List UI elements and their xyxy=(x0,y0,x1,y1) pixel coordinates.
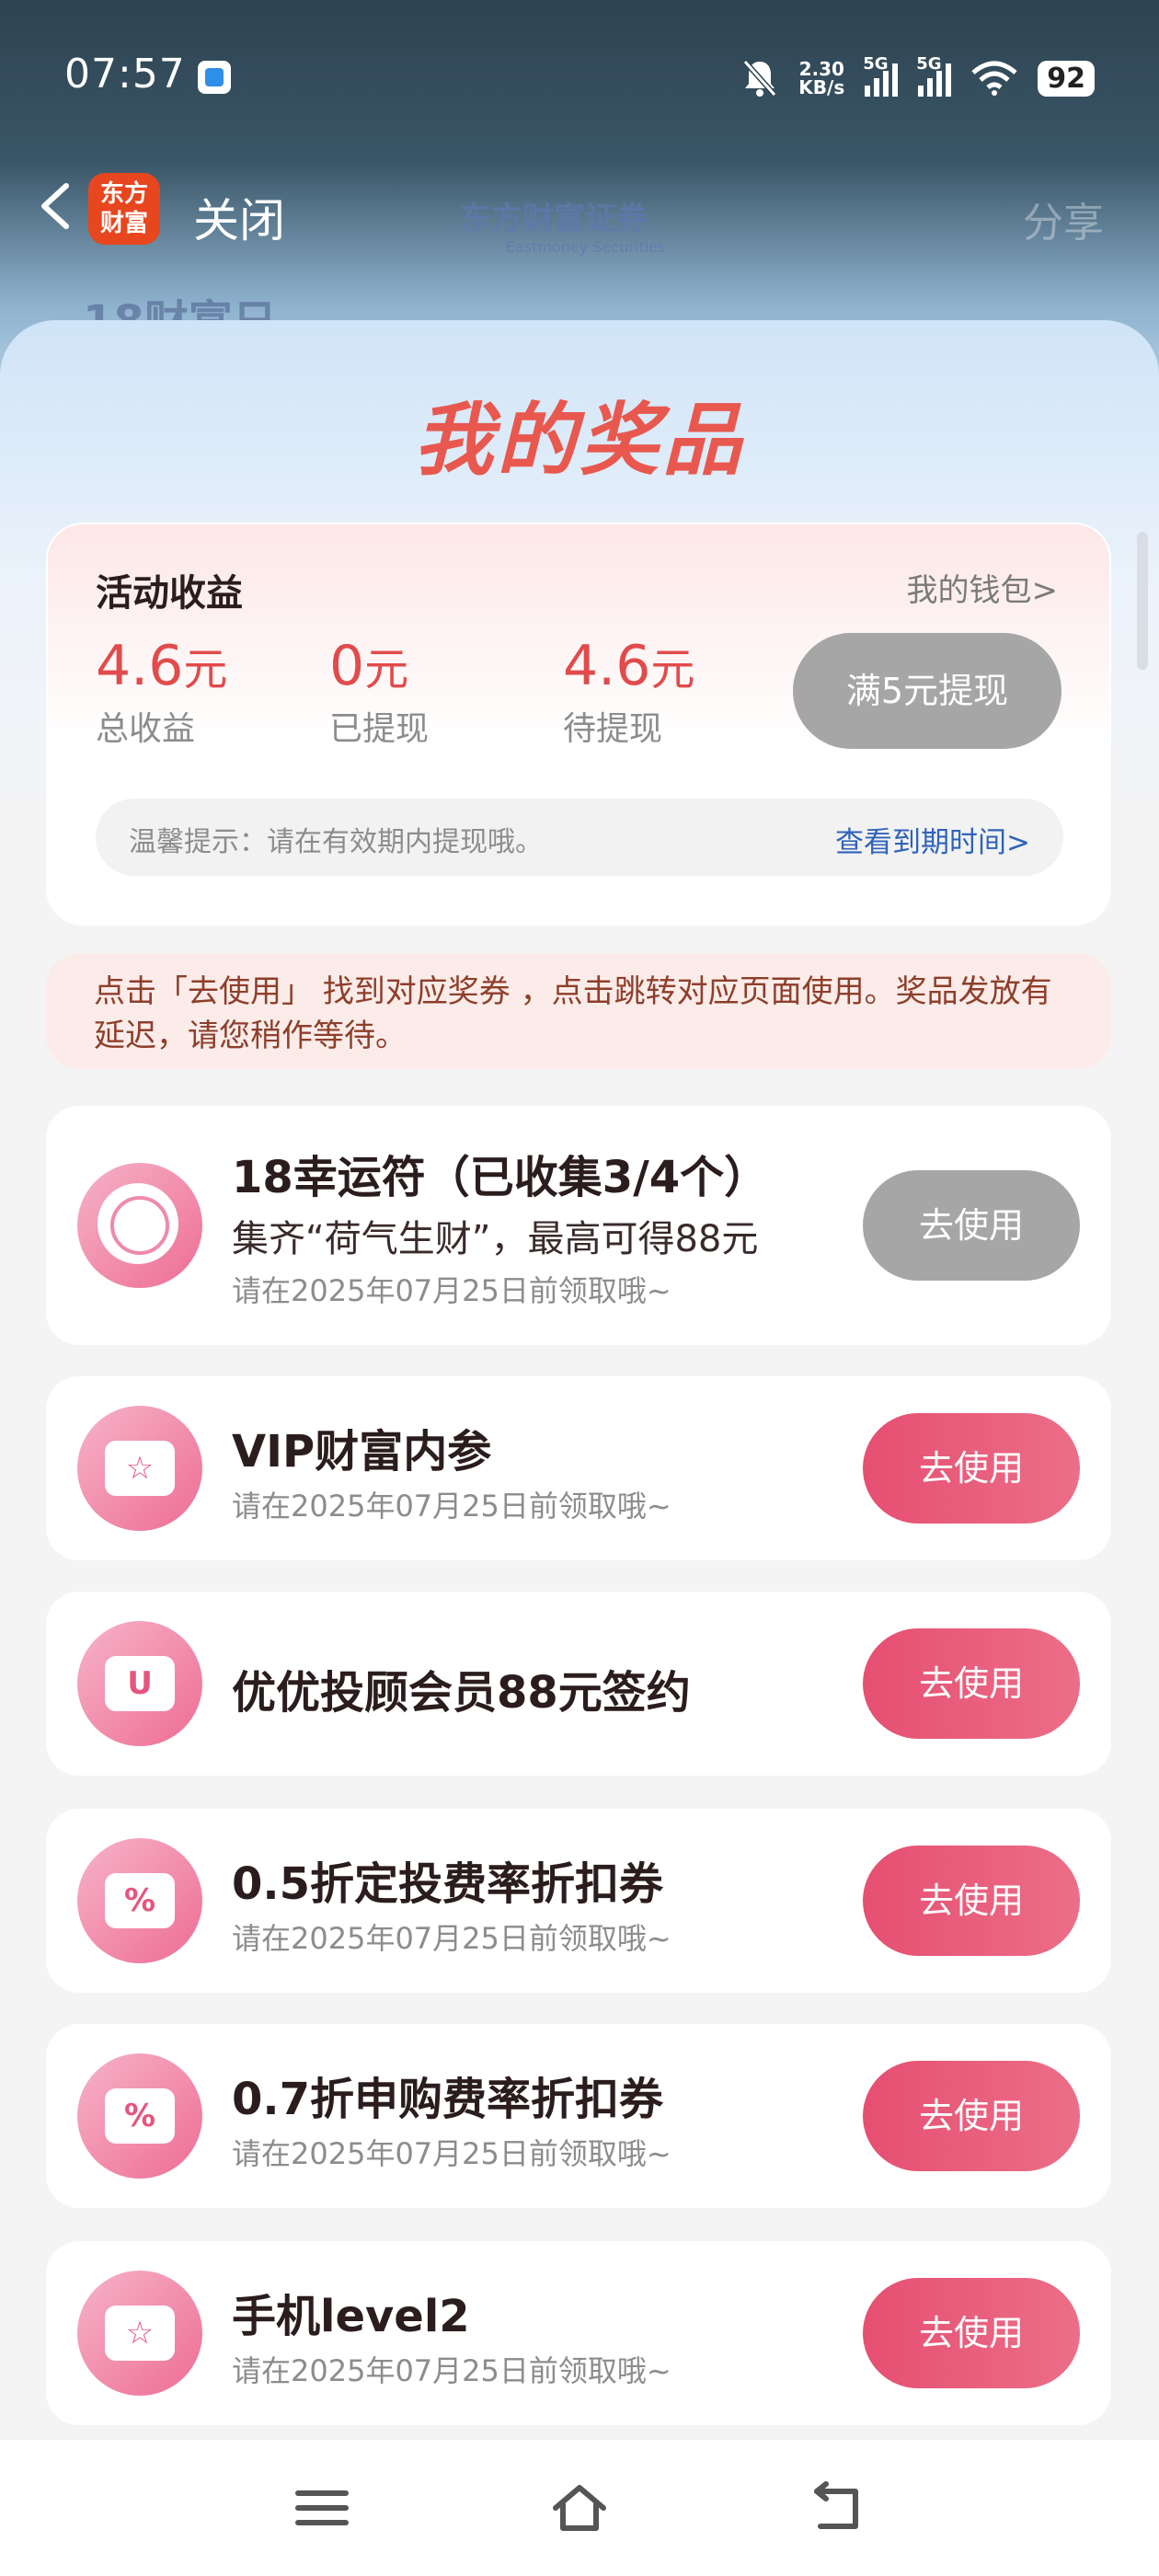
prize-date: 请在2025年07月25日前领取哦~ xyxy=(232,1489,671,1524)
eastmoney-logo: 东方 财富 xyxy=(88,173,160,245)
icon-glyph: ☆ xyxy=(105,2306,175,2361)
use-button[interactable]: 去使用 xyxy=(863,1846,1080,1956)
signal-icon: 5G xyxy=(863,54,899,97)
prize-card: ☆ VIP财富内参 请在2025年07月25日前领取哦~ 去使用 xyxy=(46,1376,1111,1560)
sim1-label: 5G xyxy=(863,54,889,74)
use-button[interactable]: 去使用 xyxy=(863,1413,1080,1524)
brand-line2: 财富 xyxy=(99,210,148,237)
u-ticket-icon: U xyxy=(77,1621,202,1746)
percent-ticket-icon: % xyxy=(77,1838,202,1963)
usage-notice: 点击「去使用」 找到对应奖券 ，点击跳转对应页面使用。奖品发放有延迟，请您稍作等… xyxy=(46,953,1111,1069)
prize-date: 请在2025年07月25日前领取哦~ xyxy=(232,2353,671,2388)
prize-sheet: 我的奖品 活动收益 我的钱包> 4.6元 总收益 0元 已提现 4.6元 待提现… xyxy=(0,320,1159,2576)
prize-card: % 0.7折申购费率折扣券 请在2025年07月25日前领取哦~ 去使用 xyxy=(46,2024,1111,2208)
stat-withdrawn: 0元 已提现 xyxy=(329,633,429,750)
stat-pending-label: 待提现 xyxy=(563,710,663,748)
use-button[interactable]: 去使用 xyxy=(863,1628,1080,1739)
star-ticket-icon: ☆ xyxy=(77,1406,202,1531)
stat-total-value: 4.6元 xyxy=(96,634,228,698)
prize-title: 0.5折定投费率折扣券 xyxy=(232,1858,664,1910)
stat-withdrawn-value: 0元 xyxy=(329,634,409,698)
expiry-link[interactable]: 查看到期时间> xyxy=(835,819,1030,860)
stat-withdrawn-label: 已提现 xyxy=(329,710,430,748)
prize-date: 请在2025年07月25日前领取哦~ xyxy=(232,2136,671,2171)
sheet-title: 我的奖品 xyxy=(414,395,745,487)
signal-icon: 5G xyxy=(916,54,952,97)
icon-glyph: % xyxy=(105,2088,175,2144)
scrollbar[interactable] xyxy=(1137,532,1148,670)
stat-total-label: 总收益 xyxy=(96,710,196,748)
use-button[interactable]: 去使用 xyxy=(863,1170,1080,1281)
earnings-card: 活动收益 我的钱包> 4.6元 总收益 0元 已提现 4.6元 待提现 满5元提… xyxy=(46,523,1111,926)
earnings-title: 活动收益 xyxy=(96,572,243,615)
star-ticket-icon: ☆ xyxy=(77,2271,202,2396)
withdraw-button[interactable]: 满5元提现 xyxy=(793,633,1061,749)
status-bar: 07:57 2.30 KB/s 5G 5G 92 xyxy=(0,0,1159,156)
icon-glyph: U xyxy=(105,1656,175,1711)
wallet-link[interactable]: 我的钱包> xyxy=(907,565,1059,610)
brand-line1: 东方 xyxy=(99,180,148,208)
mute-icon xyxy=(743,60,777,97)
gallery-app-icon xyxy=(198,61,231,94)
securities-logo: 东方财富证券 Eastmoney Securities xyxy=(460,193,665,256)
prize-card: % 0.5折定投费率折扣券 请在2025年07月25日前领取哦~ 去使用 xyxy=(46,1809,1111,1993)
stat-pending: 4.6元 待提现 xyxy=(563,633,694,750)
tip-bar: 温馨提示：请在有效期内提现哦。 查看到期时间> xyxy=(96,799,1063,876)
prize-card: U 优优投顾会员88元签约 去使用 xyxy=(46,1592,1111,1776)
prize-date: 请在2025年07月25日前领取哦~ xyxy=(232,1921,671,1956)
battery-icon: 92 xyxy=(1038,60,1095,97)
sim2-label: 5G xyxy=(916,54,942,74)
prize-title: 优优投顾会员88元签约 xyxy=(232,1667,691,1719)
use-button[interactable]: 去使用 xyxy=(863,2278,1080,2388)
prize-title: 18幸运符（已收集3/4个） xyxy=(232,1152,769,1203)
app-header: 东方 财富 关闭 东方财富证券 Eastmoney Securities 分享 xyxy=(0,156,1159,267)
stat-total: 4.6元 总收益 xyxy=(96,633,227,750)
net-speed-unit: KB/s xyxy=(798,76,845,98)
share-button[interactable]: 分享 xyxy=(1023,190,1104,248)
prize-date: 请在2025年07月25日前领取哦~ xyxy=(232,1273,671,1308)
securities-logo-en: Eastmoney Securities xyxy=(506,238,666,256)
stat-pending-value: 4.6元 xyxy=(563,634,695,698)
wifi-icon xyxy=(971,61,1017,96)
prize-subtitle: 集齐“荷气生财”，最高可得88元 xyxy=(232,1218,759,1260)
system-nav-bar xyxy=(0,2440,1159,2576)
tip-text: 温馨提示：请在有效期内提现哦。 xyxy=(129,826,543,858)
prize-card: 18幸运符（已收集3/4个） 集齐“荷气生财”，最高可得88元 请在2025年0… xyxy=(46,1106,1111,1345)
securities-logo-text: 东方财富证券 xyxy=(460,201,648,237)
prize-card: ☆ 手机level2 请在2025年07月25日前领取哦~ 去使用 xyxy=(46,2241,1111,2425)
net-speed: 2.30 KB/s xyxy=(798,60,844,97)
home-icon[interactable] xyxy=(550,2480,609,2536)
prize-title: VIP财富内参 xyxy=(232,1426,492,1478)
status-icons: 2.30 KB/s 5G 5G 92 xyxy=(741,51,1095,106)
eastmoney-badge-icon xyxy=(77,1163,202,1288)
percent-ticket-icon: % xyxy=(77,2053,202,2179)
back-nav-icon[interactable] xyxy=(808,2480,866,2536)
status-time: 07:57 xyxy=(64,51,186,98)
back-arrow-icon[interactable] xyxy=(29,178,85,234)
close-button[interactable]: 关闭 xyxy=(193,184,285,250)
use-button[interactable]: 去使用 xyxy=(863,2061,1080,2171)
icon-glyph: ☆ xyxy=(105,1441,175,1496)
prize-title: 0.7折申购费率折扣券 xyxy=(232,2074,664,2125)
icon-glyph: % xyxy=(105,1873,175,1928)
net-speed-value: 2.30 xyxy=(798,58,844,80)
menu-icon[interactable] xyxy=(293,2480,351,2536)
prize-title: 手机level2 xyxy=(232,2291,470,2342)
